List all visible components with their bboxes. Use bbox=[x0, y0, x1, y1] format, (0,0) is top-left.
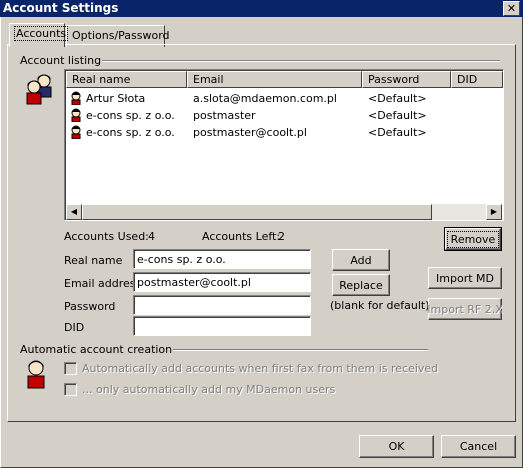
user-small-icon bbox=[71, 91, 81, 105]
add-button-label: Add bbox=[350, 253, 372, 267]
import-md-button[interactable]: Import MD bbox=[428, 267, 502, 289]
replace-button-label: Replace bbox=[339, 278, 383, 292]
user-icon bbox=[24, 359, 48, 389]
user-small-icon bbox=[71, 108, 81, 122]
auto-add-accounts-label: Automatically add accounts when first fa… bbox=[82, 362, 439, 375]
accounts-left-value: 2 bbox=[278, 230, 285, 243]
cell-email: postmaster@coolt.pl bbox=[193, 126, 307, 139]
scroll-right-button[interactable]: ▶ bbox=[486, 204, 502, 220]
auto-add-accounts-checkbox[interactable] bbox=[64, 362, 77, 375]
tab-accounts-label: Accounts bbox=[13, 26, 69, 41]
table-row[interactable]: Artur Słota a.slota@mdaemon.com.pl <Defa… bbox=[66, 90, 503, 107]
table-row[interactable]: e-cons sp. z o.o. postmaster <Default> bbox=[66, 107, 503, 124]
automatic-account-creation-label: Automatic account creation bbox=[19, 343, 174, 356]
remove-button[interactable]: Remove bbox=[444, 227, 502, 251]
import-rf-button[interactable]: Import RF 2.X bbox=[427, 298, 503, 320]
account-list-header: Real name Email Password DID bbox=[66, 71, 503, 88]
real-name-field[interactable]: e-cons sp. z o.o. bbox=[133, 249, 311, 269]
email-address-label: Email address bbox=[64, 277, 142, 290]
close-icon: ✕ bbox=[506, 2, 517, 15]
window-title: Account Settings bbox=[3, 1, 119, 15]
cell-real-name: e-cons sp. z o.o. bbox=[86, 109, 175, 122]
account-list[interactable]: Real name Email Password DID Artur Słota… bbox=[64, 69, 504, 221]
accounts-left-label: Accounts Left: bbox=[202, 230, 281, 243]
column-real-name[interactable]: Real name bbox=[66, 71, 187, 88]
blank-for-default-hint: (blank for default) bbox=[330, 299, 430, 312]
cancel-button-label: Cancel bbox=[459, 440, 498, 453]
scroll-left-icon: ◀ bbox=[70, 207, 78, 216]
did-label: DID bbox=[64, 321, 85, 334]
cell-email: a.slota@mdaemon.com.pl bbox=[193, 92, 337, 105]
replace-button[interactable]: Replace bbox=[332, 274, 390, 296]
accounts-used-value: 4 bbox=[148, 230, 155, 243]
did-field[interactable] bbox=[133, 316, 311, 336]
cell-password: <Default> bbox=[368, 109, 427, 122]
account-listing-label: Account listing bbox=[19, 54, 103, 67]
tab-options-password-label: Options/Password bbox=[72, 29, 170, 42]
cell-password: <Default> bbox=[368, 126, 427, 139]
title-bar: Account Settings ✕ bbox=[0, 0, 523, 17]
email-field[interactable]: postmaster@coolt.pl bbox=[133, 272, 311, 292]
accounts-used-label: Accounts Used: bbox=[64, 230, 149, 243]
scroll-right-icon: ▶ bbox=[490, 207, 498, 216]
cell-email: postmaster bbox=[193, 109, 256, 122]
column-email[interactable]: Email bbox=[187, 71, 362, 88]
scroll-left-button[interactable]: ◀ bbox=[66, 204, 82, 220]
add-button[interactable]: Add bbox=[332, 249, 390, 271]
only-mdaemon-users-checkbox[interactable] bbox=[64, 383, 77, 396]
only-mdaemon-users-label: ... only automatically add my MDaemon us… bbox=[82, 383, 336, 396]
real-name-label: Real name bbox=[64, 254, 123, 267]
cell-password: <Default> bbox=[368, 92, 427, 105]
cancel-button[interactable]: Cancel bbox=[441, 435, 516, 458]
password-field[interactable] bbox=[133, 295, 311, 315]
close-button[interactable]: ✕ bbox=[503, 1, 520, 16]
tab-accounts[interactable]: Accounts bbox=[9, 23, 69, 47]
import-md-button-label: Import MD bbox=[436, 271, 494, 285]
users-group-icon bbox=[20, 72, 56, 106]
import-rf-button-label: Import RF 2.X bbox=[427, 302, 503, 316]
horizontal-scrollbar[interactable]: ◀ ▶ bbox=[66, 204, 502, 220]
user-small-icon bbox=[71, 125, 81, 139]
column-did[interactable]: DID bbox=[451, 71, 503, 88]
password-label: Password bbox=[64, 300, 116, 313]
table-row[interactable]: e-cons sp. z o.o. postmaster@coolt.pl <D… bbox=[66, 124, 503, 141]
automatic-account-creation-divider bbox=[156, 349, 428, 351]
cell-real-name: e-cons sp. z o.o. bbox=[86, 126, 175, 139]
cell-real-name: Artur Słota bbox=[86, 92, 146, 105]
remove-button-label: Remove bbox=[446, 230, 500, 248]
ok-button-label: OK bbox=[388, 440, 405, 453]
column-password[interactable]: Password bbox=[362, 71, 451, 88]
ok-button[interactable]: OK bbox=[359, 435, 434, 458]
scroll-thumb[interactable] bbox=[82, 204, 432, 220]
account-listing-divider bbox=[96, 60, 500, 62]
